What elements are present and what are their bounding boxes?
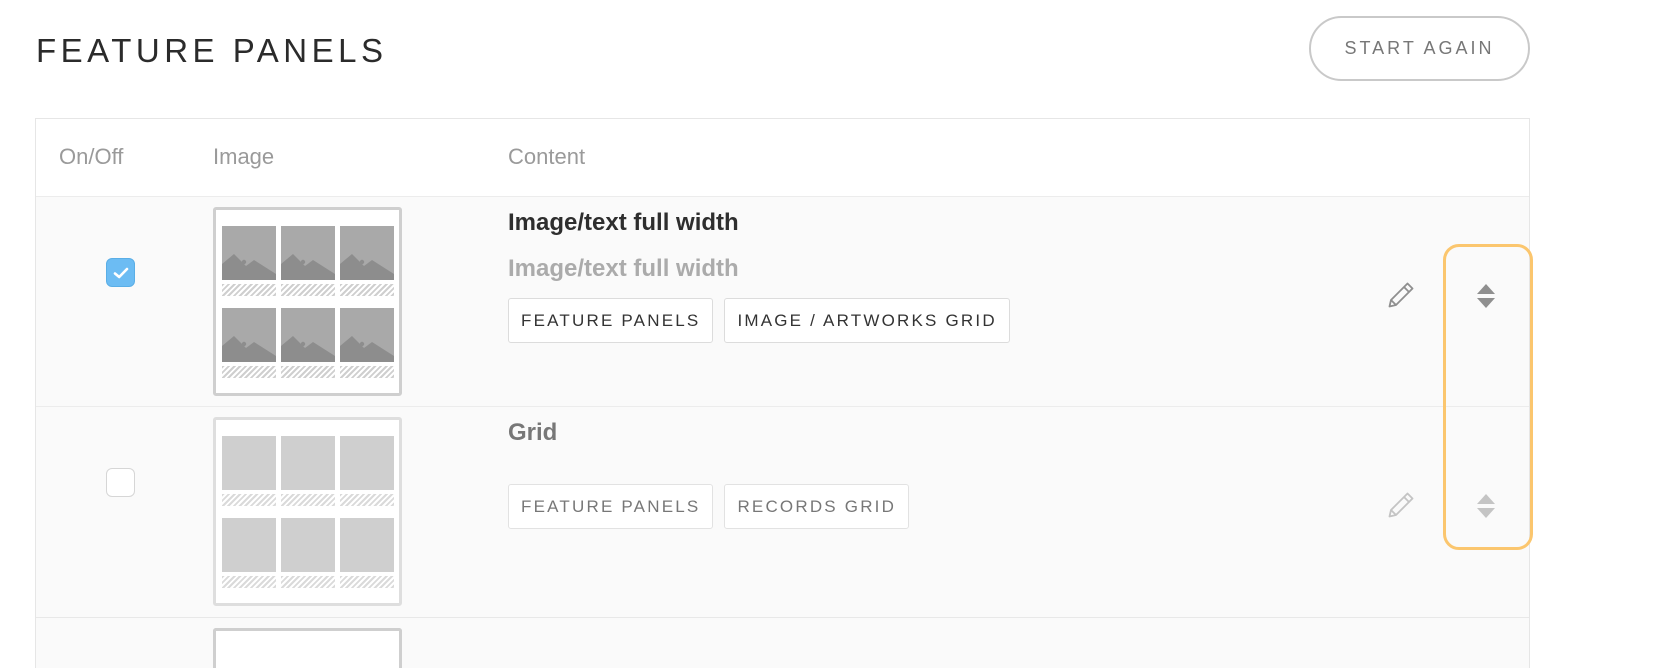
image-placeholder-icon [340, 308, 394, 378]
tag-records-grid[interactable]: RECORDS GRID [724, 484, 910, 529]
tag-list: FEATURE PANELS IMAGE / ARTWORKS GRID [508, 298, 1010, 343]
image-placeholder-icon [340, 226, 394, 296]
table-header: On/Off Image Content [36, 119, 1529, 197]
image-placeholder-icon [281, 308, 335, 378]
tag-list: FEATURE PANELS RECORDS GRID [508, 484, 910, 529]
feature-panels-table: On/Off Image Content Image/text full wid… [35, 118, 1530, 668]
table-row: Image/text full width Image/text full wi… [36, 197, 1529, 407]
pencil-icon[interactable] [1386, 280, 1416, 310]
sort-handle-icon[interactable] [1476, 284, 1496, 310]
image-placeholder-icon [222, 226, 276, 296]
table-row: Grid FEATURE PANELS RECORDS GRID [36, 407, 1529, 617]
image-grid-thumbnail[interactable] [213, 207, 402, 396]
start-again-button[interactable]: START AGAIN [1309, 16, 1530, 81]
grid-placeholder-icon [281, 518, 335, 588]
image-placeholder-icon [281, 226, 335, 296]
image-placeholder-icon [222, 308, 276, 378]
panel-subtitle: Image/text full width [508, 255, 739, 282]
pencil-icon[interactable] [1386, 490, 1416, 520]
sort-handle-icon[interactable] [1476, 494, 1496, 520]
grid-placeholder-icon [281, 436, 335, 506]
thumbnail-partial[interactable] [213, 628, 402, 668]
enable-checkbox[interactable] [106, 468, 135, 497]
enable-checkbox[interactable] [106, 258, 135, 287]
panel-title: Image/text full width [508, 209, 739, 236]
table-row [36, 617, 1529, 668]
checkmark-icon [113, 267, 129, 279]
column-header-content: Content [508, 144, 586, 169]
column-header-on-off: On/Off [59, 144, 124, 169]
tag-image-artworks-grid[interactable]: IMAGE / ARTWORKS GRID [724, 298, 1010, 343]
column-header-image: Image [213, 144, 275, 169]
tag-feature-panels[interactable]: FEATURE PANELS [508, 298, 714, 343]
grid-placeholder-icon [340, 436, 394, 506]
grid-placeholder-icon [222, 518, 276, 588]
grid-placeholder-icon [222, 436, 276, 506]
page-title: FEATURE PANELS [36, 32, 388, 69]
grid-placeholder-icon [340, 518, 394, 588]
panel-title: Grid [508, 419, 558, 446]
grid-thumbnail[interactable] [213, 417, 402, 606]
tag-feature-panels[interactable]: FEATURE PANELS [508, 484, 714, 529]
